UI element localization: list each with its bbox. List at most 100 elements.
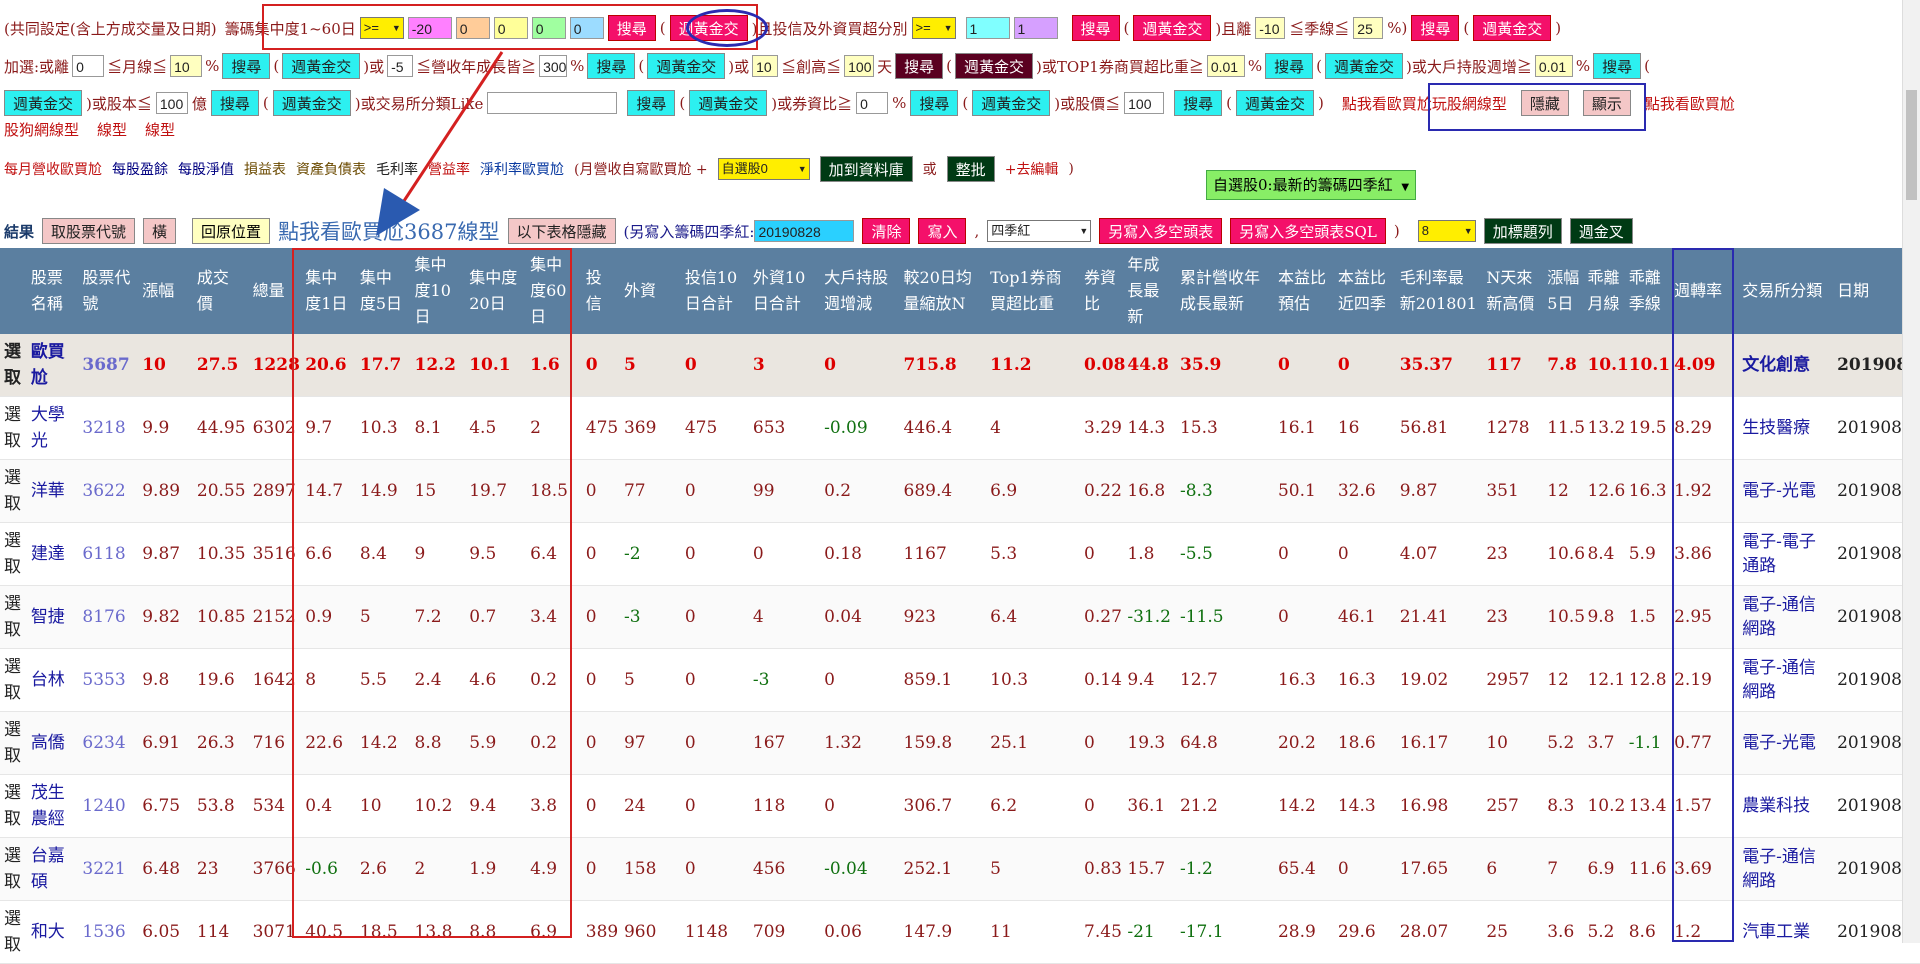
balance-sheet-link[interactable]: 資產負債表: [296, 159, 366, 179]
select-link[interactable]: 選取: [0, 648, 27, 712]
write-long-short-button[interactable]: 另寫入多空頭表: [1099, 218, 1223, 244]
add-to-db-button[interactable]: 加到資料庫: [819, 156, 913, 182]
weekly-golden-cross-button-4[interactable]: 週黃金交: [282, 53, 361, 79]
select-link[interactable]: 選取: [0, 774, 27, 838]
stock-name-link[interactable]: 和大: [26, 900, 79, 964]
weekly-golden-cross-button-5[interactable]: 週黃金交: [647, 53, 726, 79]
weekly-golden-cross-button-10[interactable]: 週黃金交: [689, 90, 768, 116]
show-button[interactable]: 顯示: [1582, 90, 1631, 116]
season-select[interactable]: 四季紅: [987, 220, 1092, 242]
watchlist-select[interactable]: 自選股0: [717, 158, 810, 180]
stock-name-link[interactable]: 台嘉碩: [26, 837, 79, 901]
operator-select[interactable]: >=: [359, 17, 404, 39]
weekly-cross-button[interactable]: 週金叉: [1569, 218, 1633, 244]
search-button-3[interactable]: 搜尋: [1411, 15, 1460, 41]
stock-name-link[interactable]: 大學光: [26, 396, 79, 460]
search-button-4[interactable]: 搜尋: [222, 53, 271, 79]
income-statement-link[interactable]: 損益表: [244, 159, 286, 179]
column-header[interactable]: 股票名稱: [26, 248, 79, 334]
search-button-7[interactable]: 搜尋: [1265, 53, 1314, 79]
column-header[interactable]: 集中度1日: [301, 248, 356, 334]
column-header[interactable]: 毛利率最新201801: [1395, 248, 1483, 334]
column-header[interactable]: 集中度60日: [526, 248, 582, 334]
column-header[interactable]: 累計營收年成長最新: [1175, 248, 1274, 334]
stock-name-link[interactable]: 台林: [26, 648, 79, 712]
horizontal-button[interactable]: 橫: [143, 218, 177, 244]
capital-input[interactable]: 100: [155, 92, 188, 114]
operating-margin-link[interactable]: 營益率: [428, 159, 470, 179]
select-link[interactable]: 選取: [0, 334, 27, 397]
select-link[interactable]: 選取: [0, 396, 27, 460]
hide-table-button[interactable]: 以下表格隱藏: [507, 218, 616, 244]
season-date-input[interactable]: 20190828: [754, 220, 855, 242]
search-button-9[interactable]: 搜尋: [210, 90, 259, 116]
column-header[interactable]: 交易所分類: [1738, 248, 1834, 334]
column-header[interactable]: 本益比近四季: [1333, 248, 1396, 334]
add-title-row-button[interactable]: 加標題列: [1483, 218, 1562, 244]
weekly-golden-cross-button-12[interactable]: 週黃金交: [1236, 90, 1315, 116]
column-header[interactable]: 券資比: [1080, 248, 1124, 334]
watchlist-dropdown[interactable]: 自選股0:最新的籌碼四季紅 ▼: [1206, 170, 1417, 200]
column-header[interactable]: 集中度20日: [465, 248, 527, 334]
select-link[interactable]: 選取: [0, 900, 27, 964]
select-link[interactable]: 選取: [0, 585, 27, 649]
select-link[interactable]: 選取: [0, 837, 27, 901]
chart-link[interactable]: 點我看歐買尬: [1645, 93, 1735, 114]
column-header[interactable]: Top1券商買超比重: [986, 248, 1081, 334]
column-header[interactable]: 週轉率: [1670, 248, 1739, 334]
wantgoo-chart-link[interactable]: 點我看歐買尬玩股網線型: [1342, 93, 1507, 114]
search-button-12[interactable]: 搜尋: [1174, 90, 1223, 116]
column-header[interactable]: 較20日均量縮放N: [899, 248, 987, 334]
scrollbar-thumb[interactable]: [1906, 90, 1917, 200]
weekly-golden-cross-button-8[interactable]: 週黃金交: [4, 90, 83, 116]
stock-name-link[interactable]: 高僑: [26, 711, 79, 775]
foreign-input[interactable]: 1: [1013, 17, 1058, 39]
trust-input[interactable]: 1: [965, 17, 1010, 39]
month-min-input[interactable]: 0: [72, 55, 105, 77]
price-input[interactable]: 100: [1124, 92, 1165, 114]
stock-name-link[interactable]: 歐買尬: [26, 334, 79, 397]
stock-name-link[interactable]: 建達: [26, 522, 79, 586]
high-max-input[interactable]: 100: [844, 55, 875, 77]
weekly-golden-cross-button-11[interactable]: 週黃金交: [972, 90, 1051, 116]
column-header[interactable]: [0, 248, 27, 334]
column-header[interactable]: N天來新高價: [1482, 248, 1544, 334]
net-margin-link[interactable]: 淨利率歐買尬: [480, 159, 564, 179]
write-button[interactable]: 寫入: [918, 218, 967, 244]
stock-dog-chart-link[interactable]: 股狗網線型: [4, 119, 79, 140]
column-header[interactable]: 成交價: [192, 248, 249, 334]
count-select[interactable]: 8: [1417, 220, 1476, 242]
select-link[interactable]: 選取: [0, 459, 27, 523]
conc60-input[interactable]: 0: [569, 17, 604, 39]
column-header[interactable]: 投信: [581, 248, 620, 334]
chart-link-2[interactable]: 線型: [97, 119, 127, 140]
top1-input[interactable]: 0.01: [1206, 55, 1245, 77]
search-button-2[interactable]: 搜尋: [1071, 15, 1120, 41]
column-header[interactable]: 集中度10日: [410, 248, 466, 334]
column-header[interactable]: 投信10日合計: [680, 248, 749, 334]
monthly-revenue-link[interactable]: 每月營收歐買尬: [4, 159, 102, 179]
search-button-8[interactable]: 搜尋: [1593, 53, 1642, 79]
month-max-input[interactable]: 10: [170, 55, 203, 77]
big-holder-input[interactable]: 0.01: [1534, 55, 1573, 77]
season-min-input[interactable]: -10: [1255, 17, 1286, 39]
batch-button[interactable]: 整批: [946, 156, 995, 182]
vertical-scrollbar[interactable]: [1902, 0, 1920, 943]
search-button[interactable]: 搜尋: [607, 15, 656, 41]
column-header[interactable]: 集中度5日: [355, 248, 411, 334]
clear-button[interactable]: 清除: [862, 218, 911, 244]
exchange-like-input[interactable]: [487, 92, 618, 114]
high-min-input[interactable]: 10: [752, 55, 779, 77]
column-header[interactable]: 漲幅: [138, 248, 193, 334]
search-button-5[interactable]: 搜尋: [587, 53, 636, 79]
column-header[interactable]: 年成長最新: [1123, 248, 1176, 334]
operator-select-2[interactable]: >=: [911, 17, 956, 39]
chart-link-3[interactable]: 線型: [145, 119, 175, 140]
weekly-golden-cross-button-9[interactable]: 週黃金交: [272, 90, 351, 116]
weekly-golden-cross-button-7[interactable]: 週黃金交: [1324, 53, 1403, 79]
column-header[interactable]: 乖離月線: [1583, 248, 1625, 334]
stock-name-link[interactable]: 茂生農經: [26, 774, 79, 838]
margin-ratio-input[interactable]: 0: [856, 92, 889, 114]
column-header[interactable]: 外資: [619, 248, 681, 334]
search-button-6[interactable]: 搜尋: [895, 53, 944, 79]
